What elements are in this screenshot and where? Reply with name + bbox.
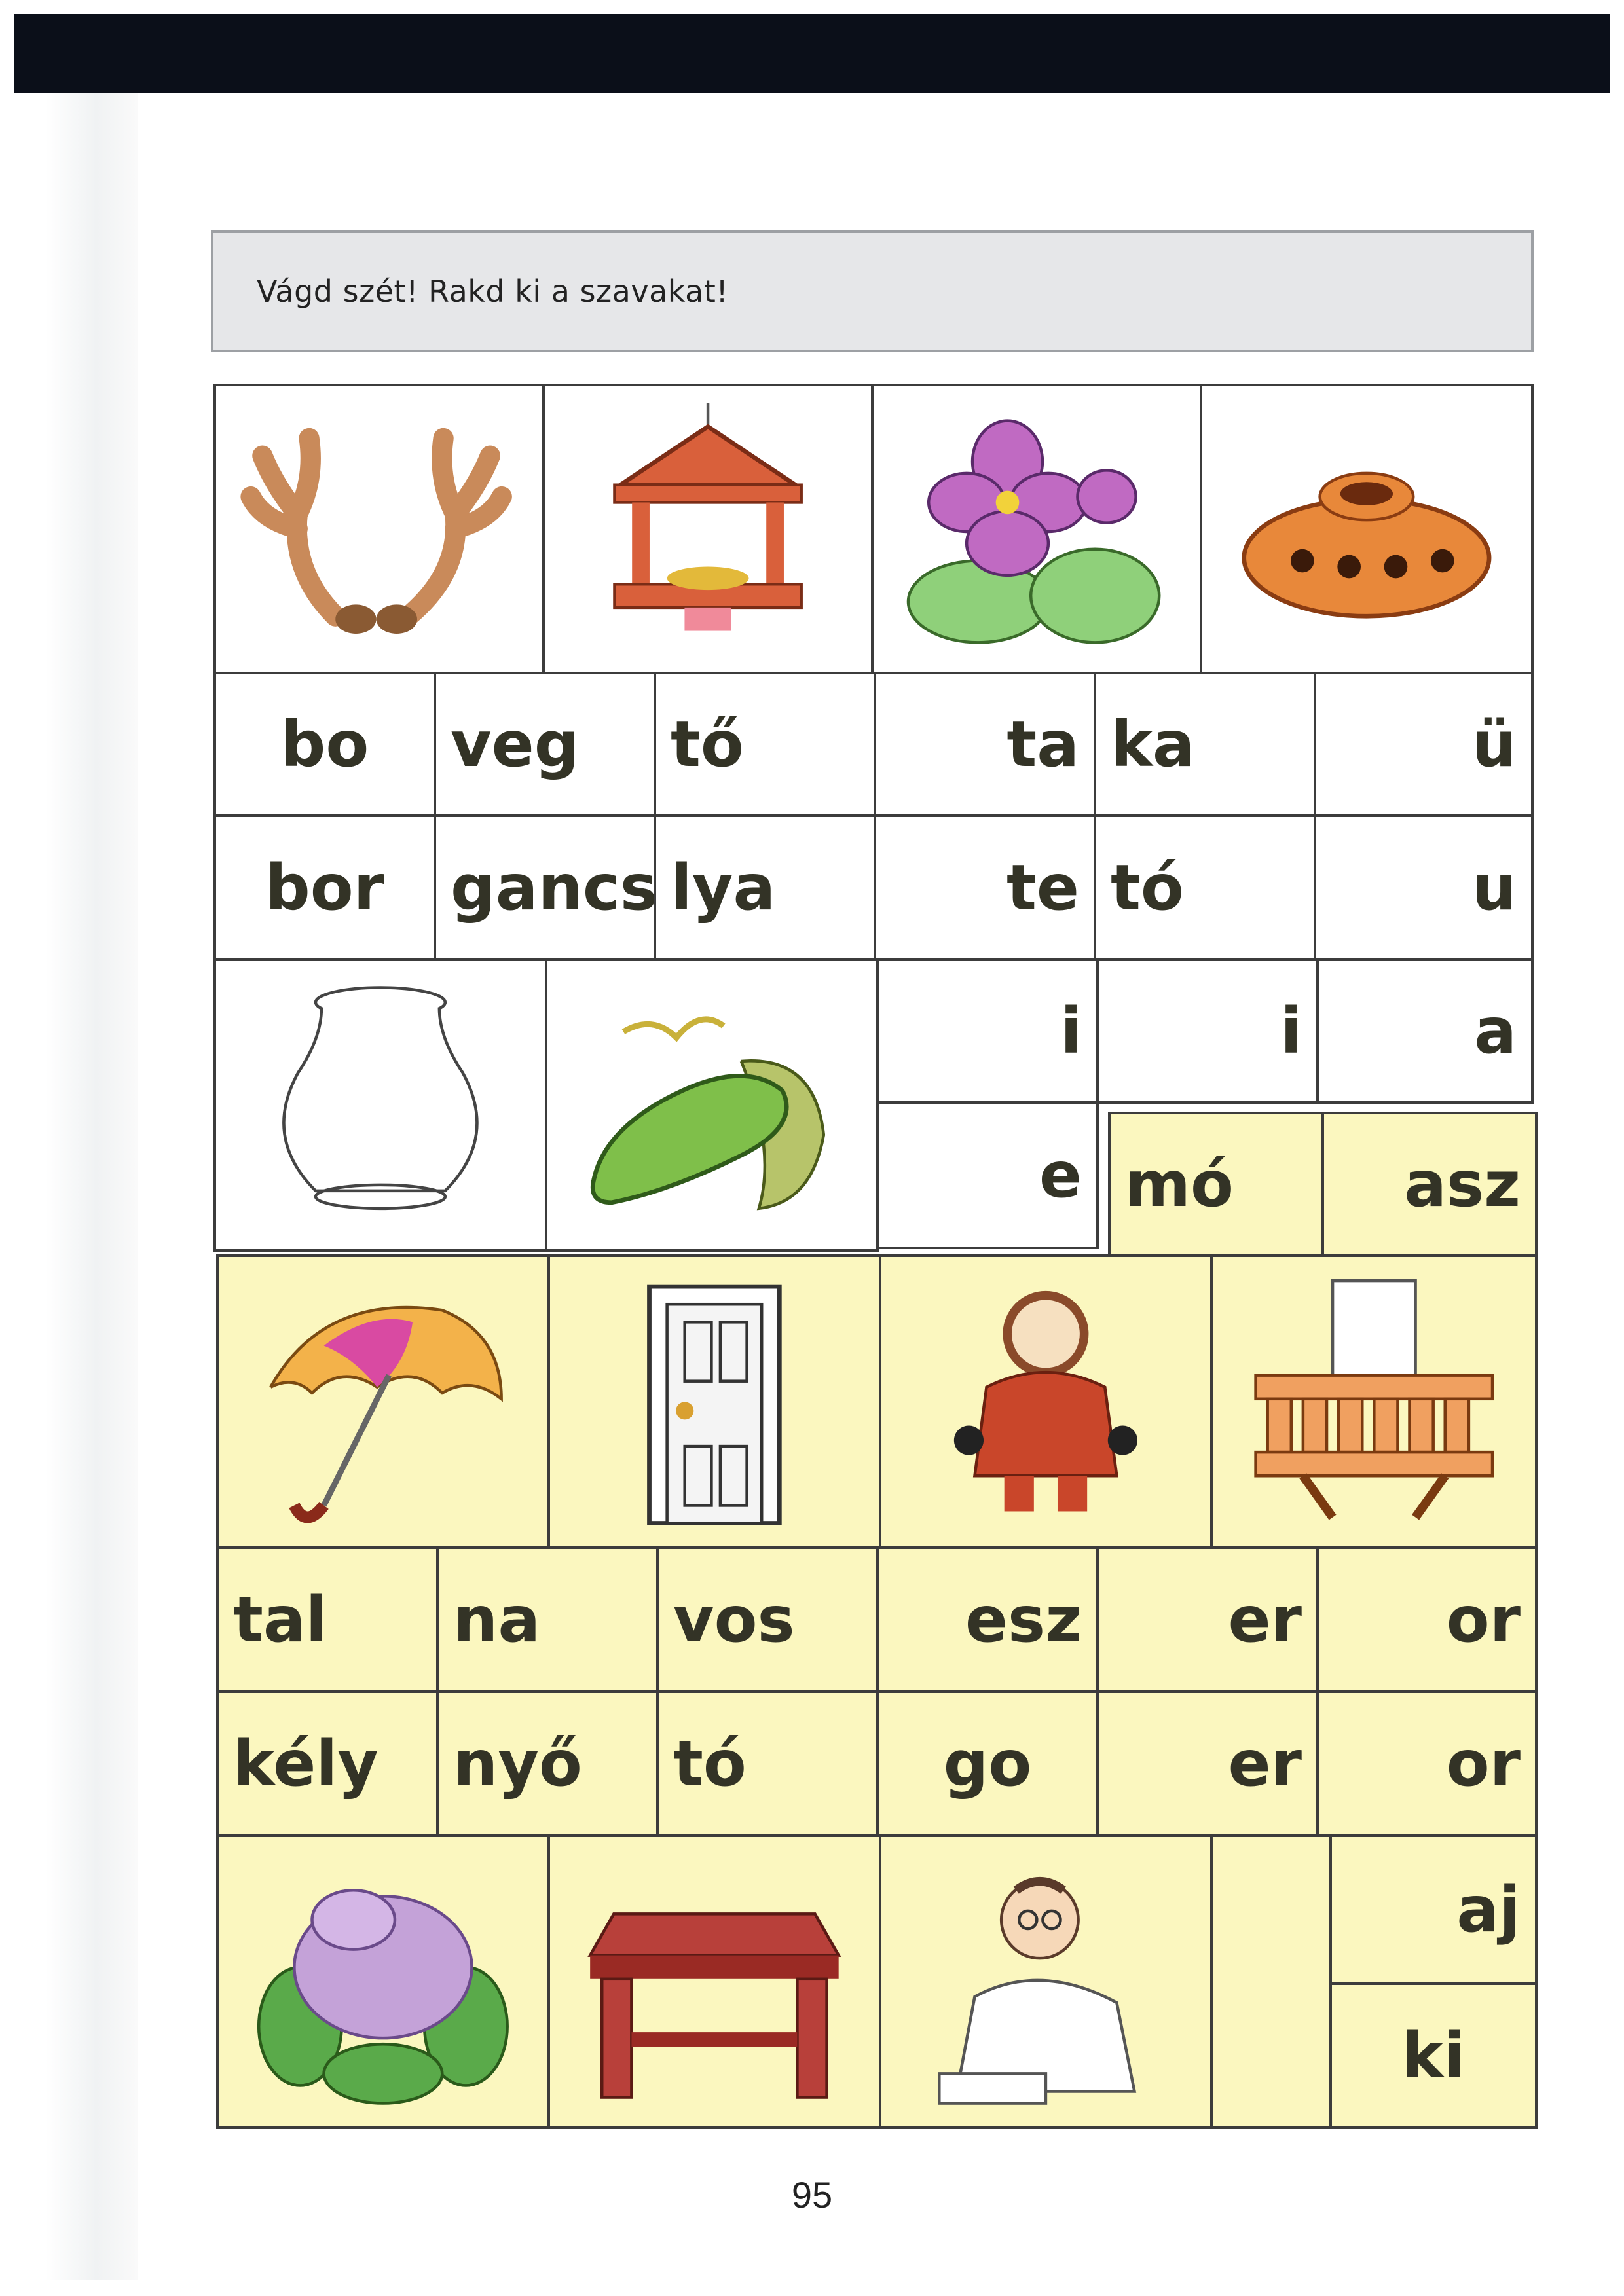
instruction-text: Vágd szét! Rakd ki a szavakat! (257, 274, 729, 309)
syllable-card[interactable]: esz (876, 1546, 1099, 1693)
blank-card (1210, 1834, 1332, 2129)
syllable-card[interactable]: er (1096, 1546, 1319, 1693)
picture-child-in-winter-coat (879, 1254, 1213, 1549)
picture-bird-feeder (542, 384, 874, 674)
picture-violet (871, 384, 1202, 674)
picture-vase (213, 958, 547, 1252)
syllable-card[interactable]: i (1096, 958, 1319, 1104)
ocarina-icon (1242, 472, 1492, 619)
syllable-card[interactable]: e (876, 1101, 1099, 1249)
page-spine-shadow (46, 93, 138, 2280)
vase-icon (282, 985, 479, 1210)
lilac-icon (257, 1888, 509, 2105)
scan-top-edge (14, 14, 1610, 93)
umbrella-icon (269, 1305, 503, 1523)
picture-ocarina (1200, 384, 1534, 674)
balcony-icon (1254, 1279, 1494, 1520)
syllable-card[interactable]: gancs (434, 814, 657, 961)
syllable-card[interactable]: veg (434, 672, 656, 817)
syllable-card[interactable]: asz (1321, 1112, 1538, 1257)
syllable-card[interactable]: i (876, 958, 1099, 1104)
picture-cucumber (545, 958, 879, 1252)
syllable-card[interactable]: na (436, 1546, 659, 1693)
syllable-card[interactable]: aj (1329, 1834, 1538, 1985)
syllable-card[interactable]: nyő (436, 1690, 659, 1837)
syllable-card[interactable]: tó (656, 1690, 879, 1837)
picture-door (547, 1254, 881, 1549)
child-icon (953, 1290, 1138, 1512)
man-writing-icon (938, 1876, 1137, 2105)
syllable-card[interactable]: er (1096, 1690, 1319, 1837)
door-icon (647, 1284, 782, 1525)
syllable-card[interactable]: te (874, 814, 1096, 961)
syllable-card[interactable]: ü (1314, 672, 1534, 817)
syllable-card[interactable]: or (1316, 1690, 1538, 1837)
picture-umbrella (216, 1254, 550, 1549)
violet-icon (906, 419, 1161, 645)
page-number: 95 (791, 2174, 833, 2215)
syllable-card[interactable]: tó (1094, 814, 1316, 961)
syllable-card[interactable]: ki (1329, 1982, 1538, 2129)
syllable-card[interactable]: or (1316, 1546, 1538, 1693)
syllable-card[interactable]: bor (213, 814, 436, 961)
picture-lilac (216, 1834, 550, 2129)
syllable-card[interactable]: vos (656, 1546, 879, 1693)
syllable-card[interactable]: mó (1108, 1112, 1324, 1257)
instruction-box: Vágd szét! Rakd ki a szavakat! (211, 230, 1534, 352)
picture-stool (547, 1834, 881, 2129)
cucumber-icon (591, 1015, 826, 1211)
syllable-card[interactable]: ka (1094, 672, 1316, 817)
syllable-card[interactable]: lya (654, 814, 876, 961)
picture-writing-man (879, 1834, 1213, 2129)
syllable-card[interactable]: a (1316, 958, 1534, 1104)
syllable-card[interactable]: ta (874, 672, 1096, 817)
picture-balcony (1210, 1254, 1538, 1549)
bird-feeder-icon (613, 403, 803, 631)
syllable-card[interactable]: go (876, 1690, 1099, 1837)
syllable-card[interactable]: tal (216, 1546, 439, 1693)
stool-icon (587, 1912, 841, 2099)
syllable-card[interactable]: kély (216, 1690, 439, 1837)
antlers-icon (240, 428, 512, 634)
picture-antlers (213, 384, 545, 674)
syllable-card[interactable]: u (1314, 814, 1534, 961)
syllable-card[interactable]: tő (654, 672, 876, 817)
syllable-card[interactable]: bo (213, 672, 436, 817)
